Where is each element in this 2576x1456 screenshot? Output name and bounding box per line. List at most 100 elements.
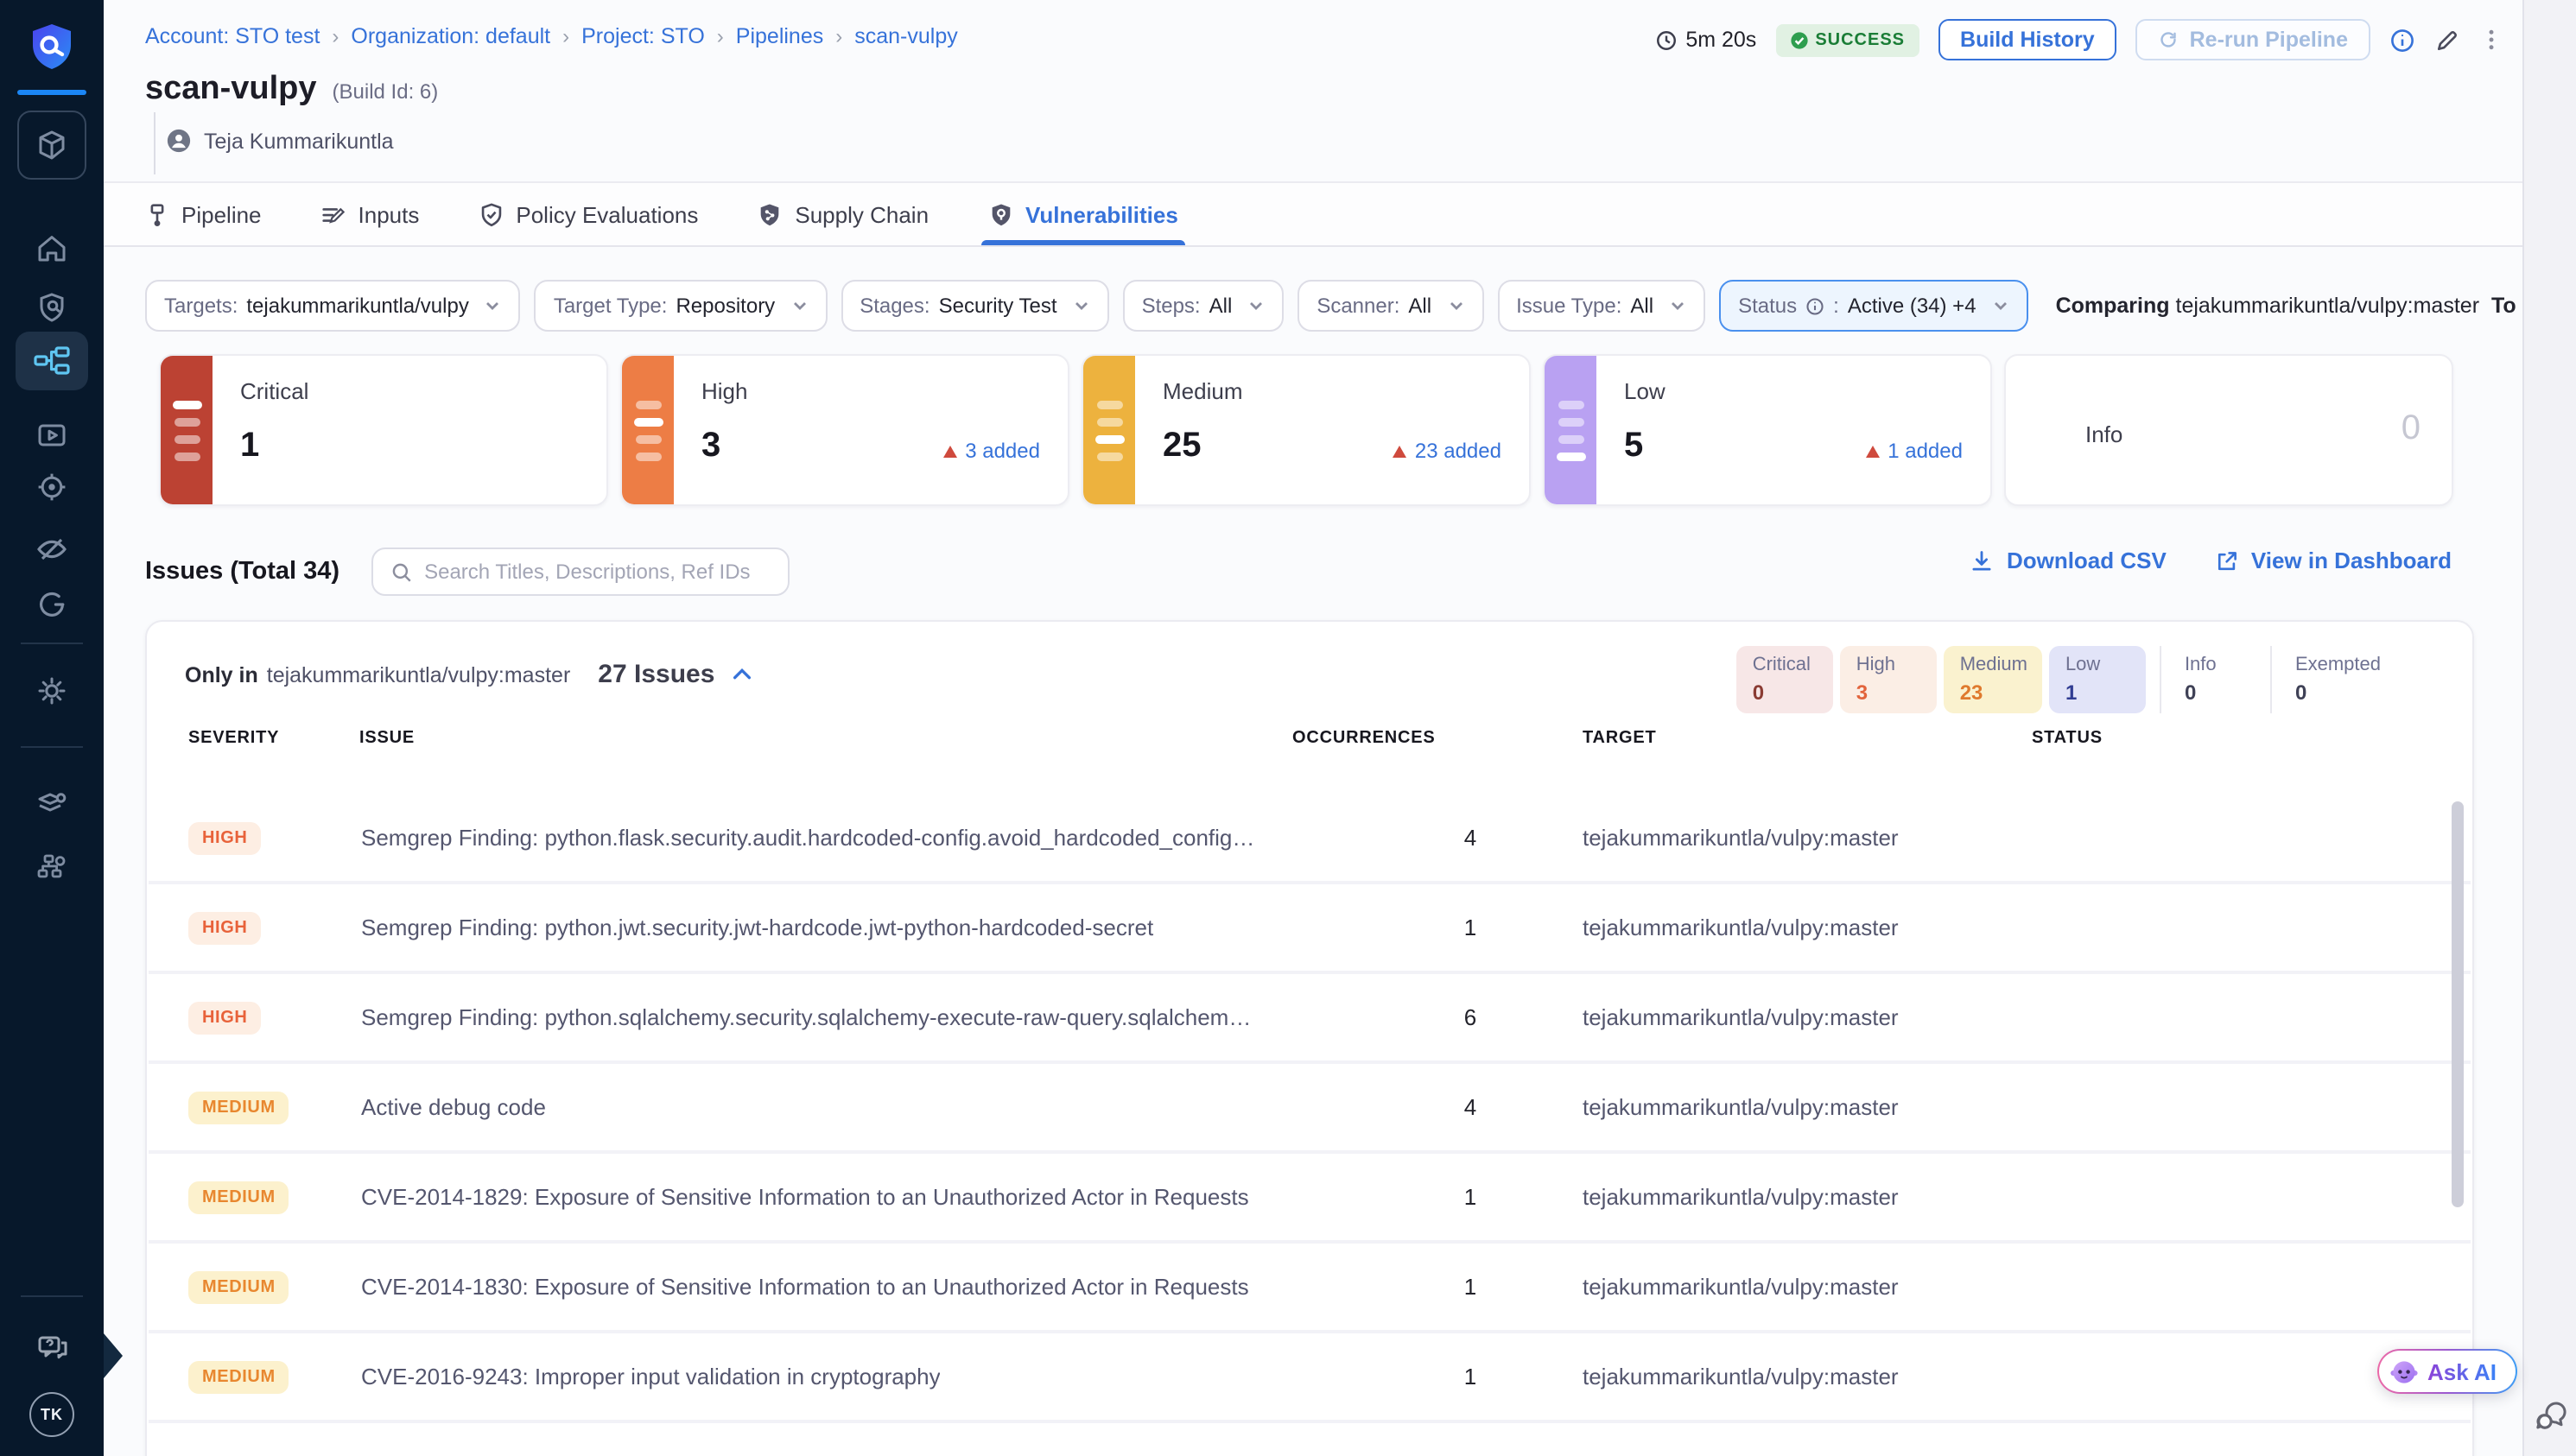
chip-low[interactable]: Low1 xyxy=(2050,646,2147,713)
chip-exempted[interactable]: Exempted0 xyxy=(2271,646,2396,713)
col-occurrences: OCCURRENCES xyxy=(1292,729,1436,748)
table-row[interactable]: MEDIUM CVE-2014-1829: Exposure of Sensit… xyxy=(149,1154,2471,1240)
severity-badge: MEDIUM xyxy=(188,1271,289,1304)
table-row[interactable]: HIGH Semgrep Finding: python.sqlalchemy.… xyxy=(149,974,2471,1060)
sto-shield-logo[interactable] xyxy=(24,21,79,76)
tab-supply-chain[interactable]: Supply Chain xyxy=(757,183,929,245)
card-low[interactable]: Low 5 1 added xyxy=(1543,354,1992,506)
card-info[interactable]: Info 0 xyxy=(2004,354,2453,506)
support-chat-icon[interactable] xyxy=(2533,1399,2567,1432)
kebab-menu-icon[interactable] xyxy=(2479,26,2503,54)
issue-title: Semgrep Finding: python.flask.security.a… xyxy=(361,825,1259,851)
chip-critical[interactable]: Critical0 xyxy=(1737,646,1834,713)
filter-status[interactable]: Status : Active (34) +4 xyxy=(1719,280,2028,332)
chip-high[interactable]: High3 xyxy=(1841,646,1938,713)
inputs-icon xyxy=(320,201,346,227)
edit-pencil-icon[interactable] xyxy=(2434,27,2460,53)
view-in-dashboard-button[interactable]: View in Dashboard xyxy=(2215,548,2452,573)
stage-connector-line xyxy=(154,112,155,174)
exemptions-eye-off-icon[interactable] xyxy=(17,525,86,573)
breadcrumb-organization[interactable]: Organization: default xyxy=(351,24,550,48)
tab-vulnerabilities[interactable]: Vulnerabilities xyxy=(987,183,1178,245)
filter-issue-type[interactable]: Issue Type:All xyxy=(1497,280,1705,332)
table-row-partial[interactable] xyxy=(149,1423,2471,1456)
targets-crosshair-icon[interactable] xyxy=(17,463,86,511)
help-chat-icon[interactable] xyxy=(17,1323,86,1371)
card-critical[interactable]: Critical 1 xyxy=(159,354,608,506)
filter-stages[interactable]: Stages:Security Test xyxy=(841,280,1108,332)
chevron-up-icon[interactable] xyxy=(730,663,752,686)
col-severity: SEVERITY xyxy=(188,729,279,748)
severity-badge: HIGH xyxy=(188,822,261,855)
chip-info[interactable]: Info0 xyxy=(2160,646,2257,713)
home-icon[interactable] xyxy=(17,225,86,273)
col-target: TARGET xyxy=(1583,729,1657,748)
ai-robot-icon xyxy=(2389,1357,2419,1386)
filter-scanner[interactable]: Scanner:All xyxy=(1298,280,1483,332)
sidebar-expand-handle[interactable] xyxy=(104,1333,123,1378)
module-selector-cube-icon[interactable] xyxy=(17,111,86,180)
breadcrumb: Account: STO test › Organization: defaul… xyxy=(145,24,958,48)
filter-target-type[interactable]: Target Type:Repository xyxy=(535,280,827,332)
chevron-down-icon xyxy=(1669,297,1686,314)
table-row[interactable]: HIGH Semgrep Finding: python.jwt.securit… xyxy=(149,884,2471,971)
table-row[interactable]: MEDIUM CVE-2016-9243: Improper input val… xyxy=(149,1333,2471,1420)
issue-title: CVE-2014-1829: Exposure of Sensitive Inf… xyxy=(361,1184,1249,1210)
severity-badge: HIGH xyxy=(188,1002,261,1035)
info-icon[interactable] xyxy=(2389,27,2415,53)
header-actions: 5m 20s SUCCESS Build History Re-run Pipe… xyxy=(1654,17,2503,62)
chip-medium[interactable]: Medium23 xyxy=(1945,646,2043,713)
default-settings-layers-icon[interactable] xyxy=(17,781,86,829)
duration: 5m 20s xyxy=(1654,28,1756,52)
tab-inputs[interactable]: Inputs xyxy=(320,183,420,245)
group-header: Only in tejakummarikuntla/vulpy:master 2… xyxy=(185,660,752,689)
build-history-button[interactable]: Build History xyxy=(1938,19,2117,60)
breadcrumb-pipeline-name[interactable]: scan-vulpy xyxy=(854,24,958,48)
user-avatar[interactable]: TK xyxy=(29,1392,74,1437)
delegates-network-icon[interactable] xyxy=(17,843,86,891)
issue-title: CVE-2014-1830: Exposure of Sensitive Inf… xyxy=(361,1274,1249,1300)
rerun-pipeline-button[interactable]: Re-run Pipeline xyxy=(2136,19,2370,60)
ask-ai-button[interactable]: Ask AI xyxy=(2377,1349,2517,1394)
group-issue-count: 27 Issues xyxy=(598,660,714,689)
search-input[interactable] xyxy=(424,560,770,584)
table-body: HIGH Semgrep Finding: python.flask.secur… xyxy=(149,794,2471,1456)
filter-steps[interactable]: Steps:All xyxy=(1123,280,1285,332)
target: tejakummarikuntla/vulpy:master xyxy=(1583,915,1899,940)
issue-title: CVE-2016-9243: Improper input validation… xyxy=(361,1364,941,1390)
settings-gear-icon[interactable] xyxy=(17,667,86,715)
title-row: scan-vulpy (Build Id: 6) xyxy=(145,71,438,109)
card-medium[interactable]: Medium 25 23 added xyxy=(1082,354,1531,506)
table-row[interactable]: HIGH Semgrep Finding: python.flask.secur… xyxy=(149,794,2471,881)
tab-policy-evaluations[interactable]: Policy Evaluations xyxy=(478,183,698,245)
breadcrumb-account[interactable]: Account: STO test xyxy=(145,24,320,48)
severity-badge: HIGH xyxy=(188,912,261,945)
table-row[interactable]: MEDIUM CVE-2014-1830: Exposure of Sensit… xyxy=(149,1244,2471,1330)
sidebar-divider xyxy=(21,1295,83,1297)
info-icon xyxy=(1805,296,1824,315)
issues-actions: Download CSV View in Dashboard xyxy=(1970,548,2452,573)
search-icon xyxy=(390,560,412,583)
chevron-down-icon xyxy=(1447,297,1464,314)
table-scrollbar[interactable] xyxy=(2452,801,2464,1207)
filter-targets[interactable]: Targets:tejakummarikuntla/vulpy xyxy=(145,280,521,332)
baselines-refresh-icon[interactable] xyxy=(17,580,86,629)
build-id: (Build Id: 6) xyxy=(333,79,439,104)
occurrences: 4 xyxy=(1436,825,1505,851)
breadcrumb-pipelines[interactable]: Pipelines xyxy=(736,24,823,48)
card-high[interactable]: High 3 3 added xyxy=(620,354,1069,506)
app-root: TK Account: STO test › Organization: def… xyxy=(0,0,2576,1456)
executions-play-icon[interactable] xyxy=(17,411,86,459)
user-icon xyxy=(166,128,192,154)
download-csv-button[interactable]: Download CSV xyxy=(1970,548,2167,573)
tab-pipeline[interactable]: Pipeline xyxy=(145,183,262,245)
overview-shield-search-icon[interactable] xyxy=(17,283,86,332)
check-circle-icon xyxy=(1789,30,1808,49)
supply-chain-shield-icon xyxy=(757,201,783,227)
table-row[interactable]: MEDIUM Active debug code 4 tejakummariku… xyxy=(149,1064,2471,1150)
pipelines-nav-active[interactable] xyxy=(16,332,88,390)
refresh-icon xyxy=(2159,29,2179,50)
breadcrumb-separator: › xyxy=(705,24,736,48)
breadcrumb-project[interactable]: Project: STO xyxy=(581,24,705,48)
col-status: STATUS xyxy=(2032,729,2103,748)
